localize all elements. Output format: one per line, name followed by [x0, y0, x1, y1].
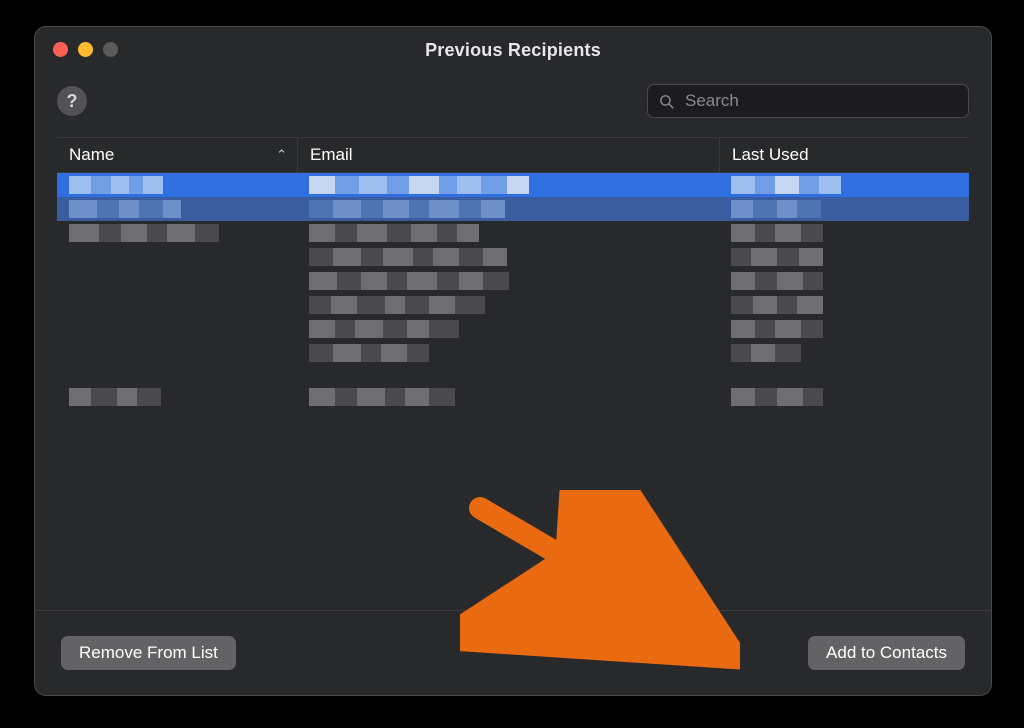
redacted-content [309, 344, 429, 362]
redacted-content [731, 344, 801, 362]
cell-email [297, 385, 719, 409]
cell-last-used [719, 221, 969, 245]
cell-email [297, 221, 719, 245]
redacted-content [309, 248, 507, 266]
cell-last-used [719, 341, 969, 365]
cell-name [57, 385, 297, 409]
cell-email [297, 245, 719, 269]
table-row[interactable] [57, 221, 969, 245]
previous-recipients-window: Previous Recipients ? Name ⌃ Email Last … [34, 26, 992, 696]
search-input[interactable] [683, 90, 958, 112]
cell-last-used [719, 293, 969, 317]
column-header-last-used[interactable]: Last Used [719, 138, 969, 172]
cell-last-used [719, 197, 969, 221]
redacted-content [731, 176, 841, 194]
table-row[interactable] [57, 317, 969, 341]
redacted-content [731, 224, 823, 242]
table-body[interactable] [57, 173, 969, 610]
cell-name [57, 197, 297, 221]
cell-last-used [719, 245, 969, 269]
cell-email [297, 317, 719, 341]
redacted-content [69, 176, 163, 194]
redacted-content [309, 224, 479, 242]
redacted-content [731, 200, 821, 218]
sort-ascending-icon: ⌃ [276, 147, 287, 163]
cell-name [57, 341, 297, 365]
add-to-contacts-button[interactable]: Add to Contacts [808, 636, 965, 670]
window-titlebar: Previous Recipients [35, 27, 991, 73]
cell-last-used [719, 173, 969, 197]
minimize-window-button[interactable] [78, 42, 93, 57]
traffic-lights [53, 42, 118, 57]
table-row[interactable] [57, 385, 969, 409]
cell-name [57, 173, 297, 197]
cell-name [57, 269, 297, 293]
cell-email [297, 197, 719, 221]
cell-name [57, 293, 297, 317]
column-header-email-label: Email [310, 145, 353, 165]
table-row[interactable] [57, 341, 969, 365]
table-row[interactable] [57, 269, 969, 293]
redacted-content [69, 200, 181, 218]
redacted-content [309, 296, 485, 314]
footer: Remove From List Add to Contacts [35, 610, 991, 695]
column-header-last-used-label: Last Used [732, 145, 809, 165]
redacted-content [309, 388, 455, 406]
table-row[interactable] [57, 173, 969, 197]
table-row[interactable] [57, 197, 969, 221]
redacted-content [69, 388, 161, 406]
column-header-email[interactable]: Email [297, 138, 719, 172]
redacted-content [309, 176, 529, 194]
cell-name [57, 221, 297, 245]
remove-from-list-button[interactable]: Remove From List [61, 636, 236, 670]
redacted-content [309, 272, 509, 290]
redacted-content [69, 224, 219, 242]
toolbar: ? [35, 73, 991, 137]
column-header-name[interactable]: Name ⌃ [57, 138, 297, 172]
cell-email [297, 341, 719, 365]
table-row[interactable] [57, 293, 969, 317]
cell-last-used [719, 385, 969, 409]
search-icon [658, 93, 675, 110]
redacted-content [309, 200, 505, 218]
cell-email [297, 173, 719, 197]
help-button[interactable]: ? [57, 86, 87, 116]
redacted-content [731, 272, 823, 290]
redacted-content [731, 320, 823, 338]
cell-name [57, 245, 297, 269]
cell-email [297, 293, 719, 317]
redacted-content [731, 296, 823, 314]
cell-name [57, 317, 297, 341]
redacted-content [731, 388, 823, 406]
cell-last-used [719, 269, 969, 293]
cell-email [297, 269, 719, 293]
redacted-content [309, 320, 459, 338]
column-header-name-label: Name [69, 145, 114, 165]
cell-last-used [719, 317, 969, 341]
search-field[interactable] [647, 84, 969, 118]
table-header: Name ⌃ Email Last Used [57, 138, 969, 173]
window-title: Previous Recipients [35, 40, 991, 61]
zoom-window-button[interactable] [103, 42, 118, 57]
close-window-button[interactable] [53, 42, 68, 57]
recipients-table: Name ⌃ Email Last Used [57, 137, 969, 610]
table-row[interactable] [57, 365, 969, 385]
redacted-content [731, 248, 823, 266]
table-row[interactable] [57, 245, 969, 269]
